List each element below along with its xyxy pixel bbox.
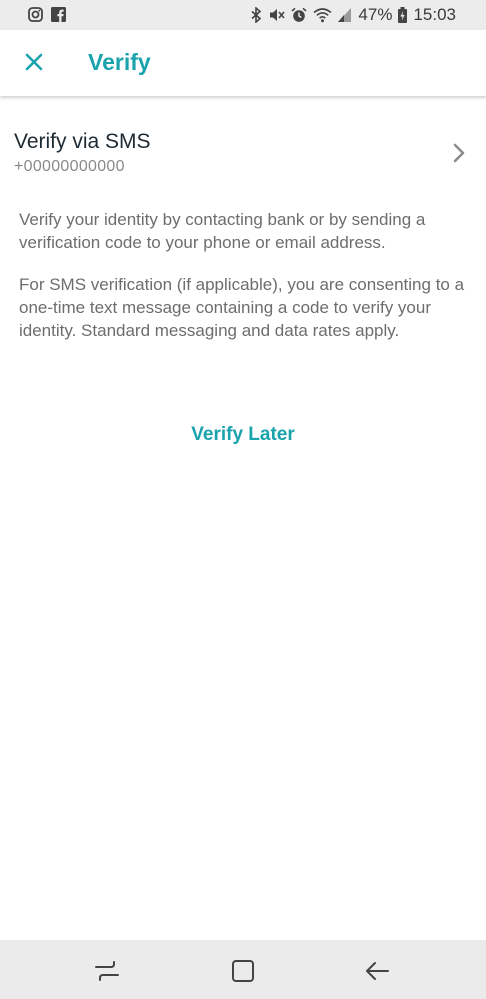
close-button[interactable] [18, 48, 50, 80]
mute-icon [268, 7, 286, 23]
status-right-icons: 47% 15:03 [251, 5, 456, 25]
status-bar: 47% 15:03 [0, 0, 486, 30]
battery-icon [398, 7, 408, 23]
status-left-icons [28, 7, 66, 22]
sms-option-phone: +00000000000 [14, 158, 125, 175]
verify-later-button[interactable]: Verify Later [0, 424, 486, 446]
close-icon [24, 52, 44, 77]
page-title: Verify [88, 49, 151, 75]
battery-percent: 47% [358, 5, 393, 24]
bluetooth-icon [251, 7, 262, 23]
app-bar: Verify [0, 30, 486, 96]
facebook-icon [51, 7, 66, 22]
instagram-icon [28, 7, 43, 22]
recent-apps-icon[interactable] [93, 958, 121, 984]
home-icon[interactable] [229, 958, 257, 984]
alarm-icon [291, 7, 307, 23]
sms-option-title: Verify via SMS [14, 130, 151, 153]
verify-via-sms-option[interactable]: Verify via SMS +00000000000 [0, 116, 486, 190]
description-paragraph-2: For SMS verification (if applicable), yo… [19, 275, 465, 340]
chevron-right-icon [452, 142, 466, 169]
wifi-icon [313, 7, 332, 23]
description-paragraph-1: Verify your identity by contacting bank … [19, 210, 426, 252]
back-icon[interactable] [364, 958, 392, 984]
clock-time: 15:03 [413, 5, 456, 24]
system-nav-bar [0, 940, 486, 999]
signal-icon [338, 8, 352, 22]
